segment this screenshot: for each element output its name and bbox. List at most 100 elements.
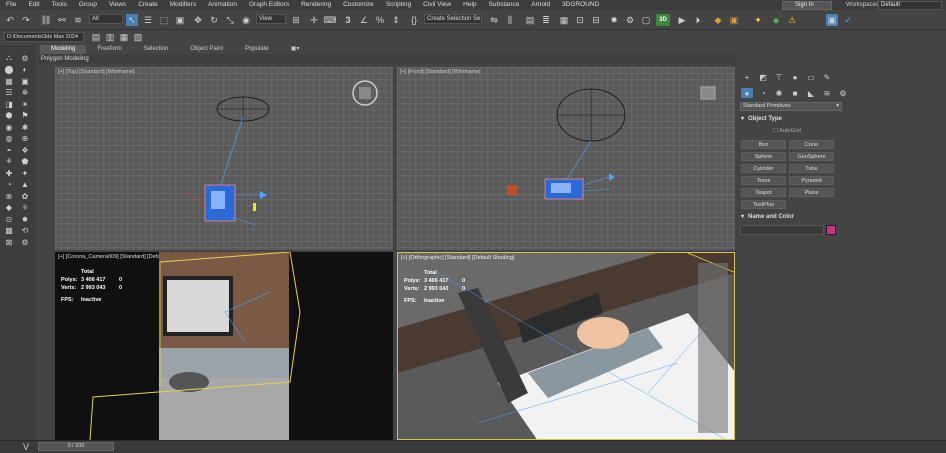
menu-graph-editors[interactable]: Graph Editors — [243, 0, 295, 10]
reference-coordinate-dropdown[interactable]: View — [256, 14, 286, 24]
left-tool-snaps-icon[interactable]: ⛬ — [4, 53, 14, 63]
geosphere-button[interactable]: GeoSphere — [789, 152, 834, 161]
edit-named-selection-icon[interactable]: {} — [408, 14, 420, 26]
window-crossing-icon[interactable]: ▣ — [174, 14, 186, 26]
menu-customize[interactable]: Customize — [337, 0, 380, 10]
object-color-swatch[interactable] — [826, 225, 836, 235]
left-tool-list-icon[interactable]: ☰ — [4, 88, 14, 98]
tab-freeform[interactable]: Freeform — [86, 45, 132, 54]
textplus-button[interactable]: TextPlus — [741, 200, 786, 209]
time-slider[interactable]: 0 / 100 — [38, 442, 114, 451]
plane-button[interactable]: Plane — [789, 188, 834, 197]
viewport-top[interactable]: [+] [Top] [Standard] [Wireframe] — [55, 67, 393, 250]
move-icon[interactable]: ✥ — [192, 14, 204, 26]
left-tool-sphere-icon[interactable]: ⬤ — [4, 65, 14, 75]
keyboard-shortcut-icon[interactable]: ⌨ — [324, 14, 337, 26]
menu-create[interactable]: Create — [132, 0, 164, 10]
render-production-icon[interactable]: ▶ — [676, 14, 688, 26]
helpers-icon[interactable]: ◣ — [805, 88, 817, 98]
left-tool-diamond-icon[interactable]: ◆ — [4, 203, 14, 213]
primitive-category-dropdown[interactable]: Standard Primitives ▾ — [740, 102, 842, 111]
object-type-rollout-header[interactable]: ▾ Object Type — [740, 115, 838, 124]
project-folder-field[interactable]: D:\Documents\3ds Max 2024 — [4, 32, 84, 42]
left-tool-plant-icon[interactable]: ⚘ — [4, 157, 14, 167]
lights-icon[interactable]: ✺ — [773, 88, 785, 98]
polygon-modeling-bar[interactable]: Polygon Modeling — [38, 54, 736, 64]
menu-help[interactable]: Help — [457, 0, 482, 10]
left-tool-dot-circle-icon[interactable]: ◍ — [4, 134, 14, 144]
spinner-snap-icon[interactable]: ⇕ — [390, 14, 402, 26]
tab-populate[interactable]: Populate — [234, 45, 280, 54]
scale-icon[interactable]: ⤡ — [224, 14, 236, 26]
pivot-center-icon[interactable]: ⊞ — [290, 14, 302, 26]
tab-modeling[interactable]: Modeling — [40, 45, 87, 54]
save-icon[interactable]: ▦ — [118, 31, 130, 43]
utilities-icon[interactable]: ✎ — [821, 72, 833, 82]
rectangular-selection-icon[interactable]: ⬚ — [158, 14, 170, 26]
left-tool-pentagon-icon[interactable]: ⬟ — [20, 157, 30, 167]
left-tool-cross-icon[interactable]: ✚ — [4, 168, 14, 178]
corona-frame-buffer-icon[interactable]: ▣ — [728, 14, 740, 26]
systems-icon[interactable]: ⚙ — [837, 88, 849, 98]
curve-editor-icon[interactable]: ⊡ — [574, 14, 586, 26]
viewport-front[interactable]: [+] [Front] [Standard] [Wireframe] — [397, 67, 735, 250]
align-icon[interactable]: ⫼ — [504, 14, 516, 26]
torus-button[interactable]: Torus — [741, 176, 786, 185]
left-tool-sun-icon[interactable]: ☀ — [20, 99, 30, 109]
create-icon[interactable]: + — [741, 72, 753, 82]
left-tool-x-box-icon[interactable]: ⊠ — [4, 237, 14, 247]
mirror-icon[interactable]: ⇋ — [488, 14, 500, 26]
tube-button[interactable]: Tube — [789, 164, 834, 173]
archive-icon[interactable]: ▧ — [132, 31, 144, 43]
placement-icon[interactable]: ◉ — [240, 14, 252, 26]
check-icon[interactable]: ✓ — [842, 14, 854, 26]
left-tool-refresh-icon[interactable]: ⟲ — [20, 226, 30, 236]
link-icon[interactable]: ⛓ — [40, 14, 52, 26]
toggle-layer-explorer-icon[interactable]: ≣ — [540, 14, 552, 26]
open-folder-icon[interactable]: ▥ — [104, 31, 116, 43]
left-tool-flag-icon[interactable]: ⚑ — [20, 111, 30, 121]
menu-civil-view[interactable]: Civil View — [417, 0, 457, 10]
geometry-icon[interactable]: ● — [741, 88, 753, 98]
toggle-scene-explorer-icon[interactable]: ▤ — [524, 14, 536, 26]
menu-animation[interactable]: Animation — [202, 0, 243, 10]
left-tool-cluster-icon[interactable]: ⛯ — [20, 88, 30, 98]
select-manipulate-icon[interactable]: ✛ — [308, 14, 320, 26]
left-tool-pie-icon[interactable]: ◔ — [4, 180, 14, 190]
left-tool-star-icon[interactable]: ✦ — [20, 168, 30, 178]
rotate-icon[interactable]: ↻ — [208, 14, 220, 26]
workspaces-dropdown[interactable]: Default — [878, 1, 942, 10]
pyramid-button[interactable]: Pyramid — [789, 176, 834, 185]
menu-modifiers[interactable]: Modifiers — [164, 0, 202, 10]
folder-icon[interactable]: ▤ — [90, 31, 102, 43]
select-object-icon[interactable]: ↖ — [126, 14, 138, 26]
viewport-camera[interactable]: [+] [Corona_Camera009] [Standard] [Defau… — [55, 252, 393, 440]
warning-icon[interactable]: ⚠ — [786, 14, 798, 26]
shapes-icon[interactable]: ◔ — [757, 88, 769, 98]
snaps-toggle-icon[interactable]: 𝟑 — [342, 14, 354, 26]
menu-views[interactable]: Views — [103, 0, 132, 10]
corona-render-icon[interactable]: ◆ — [712, 14, 724, 26]
light-icon[interactable]: ✦ — [752, 14, 764, 26]
autogrid-checkbox[interactable]: ☐ AutoGrid — [773, 128, 801, 134]
schematic-view-icon[interactable]: ⊟ — [590, 14, 602, 26]
display-icon[interactable]: ▭ — [805, 72, 817, 82]
sign-in-button[interactable]: Sign In — [782, 1, 832, 10]
menu-edit[interactable]: Edit — [22, 0, 45, 10]
left-tool-hexagon-icon[interactable]: ⬢ — [4, 111, 14, 121]
modify-icon[interactable]: ◩ — [757, 72, 769, 82]
teapot-button[interactable]: Teapot — [741, 188, 786, 197]
ribbon-toggle-icon[interactable]: ▦ — [558, 14, 570, 26]
left-tool-x-circle-icon[interactable]: ⊗ — [4, 191, 14, 201]
select-by-name-icon[interactable]: ☰ — [142, 14, 154, 26]
bind-space-warp-icon[interactable]: ≋ — [72, 14, 84, 26]
left-tool-grid-icon[interactable]: ▦ — [4, 76, 14, 86]
left-tool-target-icon[interactable]: ◉ — [4, 122, 14, 132]
sphere-button[interactable]: Sphere — [741, 152, 786, 161]
undo-icon[interactable]: ↶ — [4, 14, 16, 26]
viewport-layout-icon[interactable]: ▣ — [826, 14, 838, 26]
viewport-orthographic-label[interactable]: [+] [Orthographic] [Standard] [Default S… — [401, 255, 514, 261]
percent-snap-icon[interactable]: % — [374, 14, 386, 26]
unlink-icon[interactable]: ⚯ — [56, 14, 68, 26]
menu-scripting[interactable]: Scripting — [380, 0, 417, 10]
